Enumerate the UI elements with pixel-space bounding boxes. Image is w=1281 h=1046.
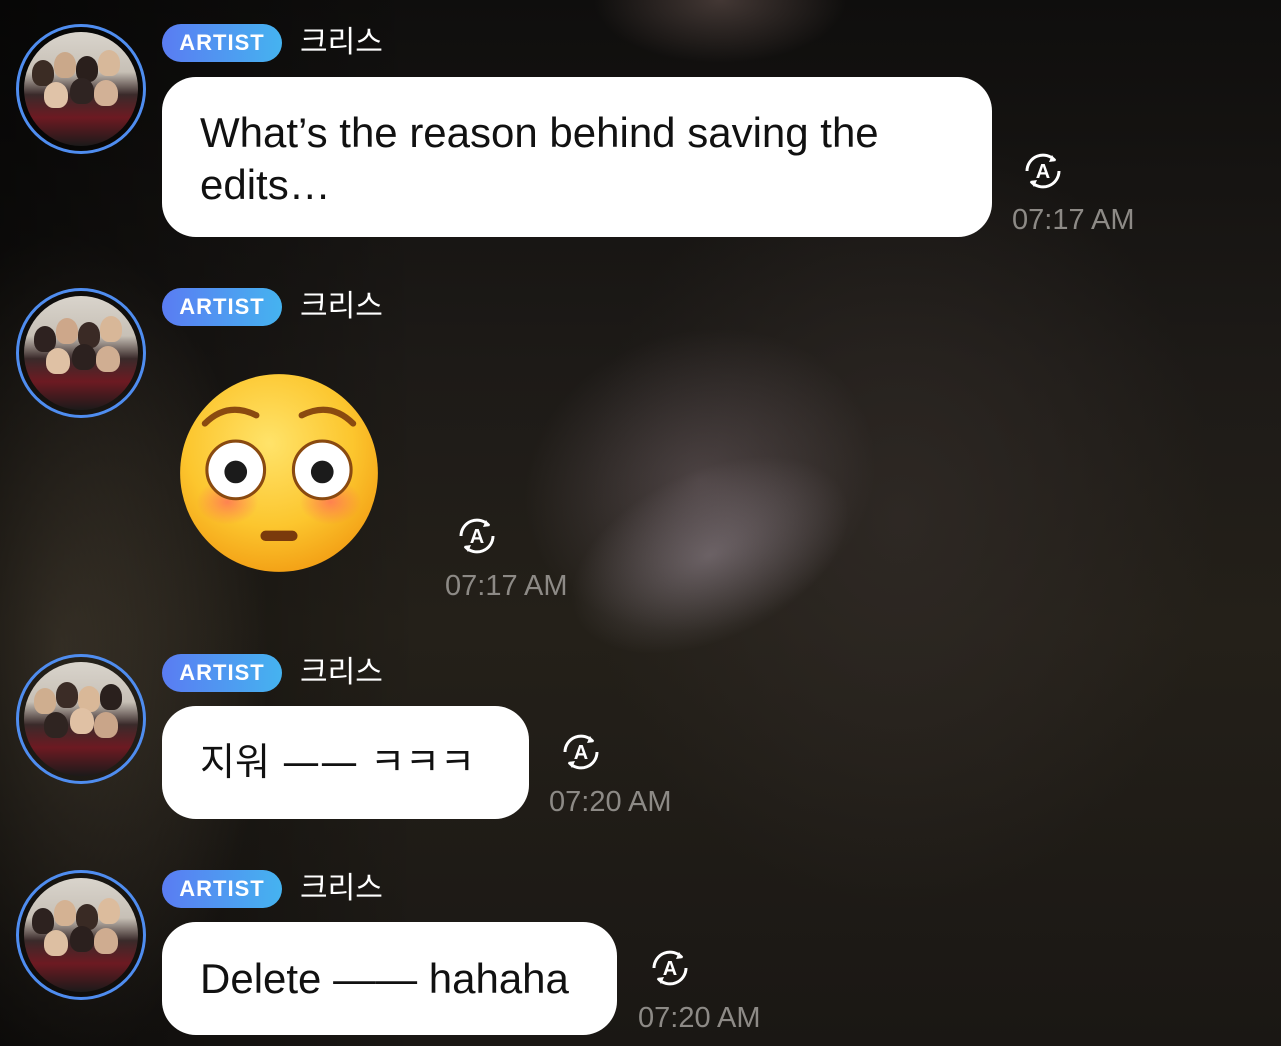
message-text: 지워 —— ㅋㅋㅋ bbox=[200, 740, 475, 784]
artist-badge: ARTIST bbox=[162, 288, 282, 326]
message-text: Delete —— hahaha bbox=[200, 955, 569, 1002]
avatar[interactable] bbox=[16, 288, 146, 418]
avatar-image bbox=[24, 32, 138, 146]
translate-icon[interactable]: A bbox=[1019, 147, 1067, 195]
message-bubble[interactable]: 지워 —— ㅋㅋㅋ bbox=[162, 706, 529, 819]
svg-text:A: A bbox=[574, 742, 588, 764]
sender-name[interactable]: 크리스 bbox=[300, 870, 383, 908]
artist-badge: ARTIST bbox=[162, 870, 282, 908]
flushed-face-emoji[interactable] bbox=[176, 370, 382, 576]
message-timestamp: 07:17 AM bbox=[1012, 204, 1135, 236]
avatar-image bbox=[24, 878, 138, 992]
message-timestamp: 07:20 AM bbox=[549, 786, 672, 818]
translate-icon[interactable]: A bbox=[557, 728, 605, 776]
svg-text:A: A bbox=[470, 526, 484, 548]
avatar-image bbox=[24, 296, 138, 410]
avatar[interactable] bbox=[16, 24, 146, 154]
translate-icon[interactable]: A bbox=[453, 512, 501, 560]
message-text: What’s the reason behind saving the edit… bbox=[200, 109, 879, 208]
svg-text:A: A bbox=[663, 958, 677, 980]
avatar-image bbox=[24, 662, 138, 776]
avatar[interactable] bbox=[16, 870, 146, 1000]
sender-name[interactable]: 크리스 bbox=[300, 288, 383, 326]
sender-name[interactable]: 크리스 bbox=[300, 24, 383, 62]
avatar[interactable] bbox=[16, 654, 146, 784]
message-bubble[interactable]: Delete —— hahaha bbox=[162, 922, 617, 1035]
translate-icon[interactable]: A bbox=[646, 944, 694, 992]
svg-text:A: A bbox=[1036, 161, 1050, 183]
message-timestamp: 07:17 AM bbox=[445, 570, 568, 602]
sender-name[interactable]: 크리스 bbox=[300, 654, 383, 692]
artist-badge: ARTIST bbox=[162, 24, 282, 62]
artist-badge: ARTIST bbox=[162, 654, 282, 692]
message-timestamp: 07:20 AM bbox=[638, 1002, 761, 1034]
message-bubble[interactable]: What’s the reason behind saving the edit… bbox=[162, 77, 992, 237]
